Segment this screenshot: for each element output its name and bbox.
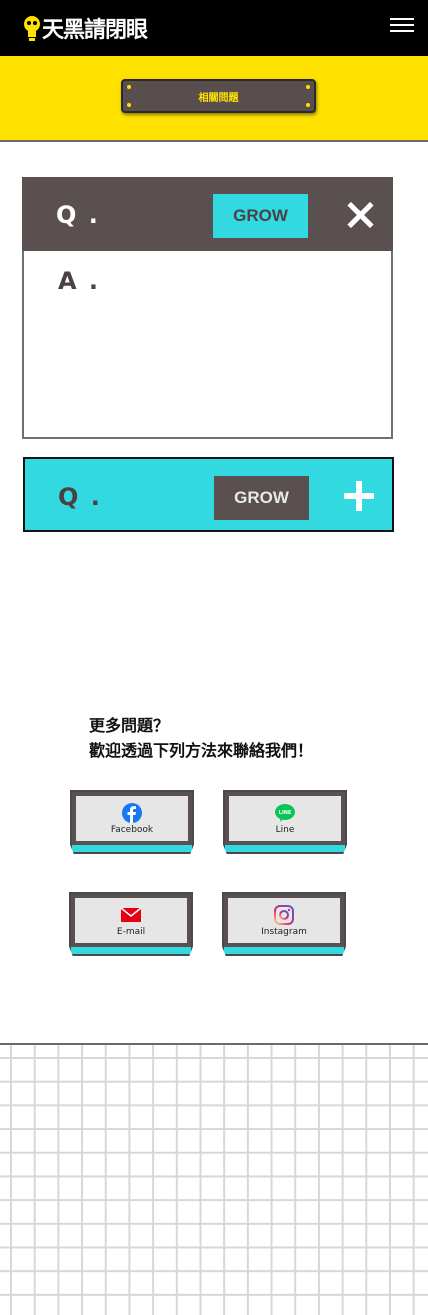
- question-label: Q .: [56, 201, 100, 229]
- contact-prompt: 更多問題？ 歡迎透過下列方法來聯絡我們！: [89, 713, 313, 763]
- button-label: Line: [275, 824, 295, 835]
- button-inner: LINE Line: [229, 796, 341, 841]
- category-tag: GROW: [214, 476, 309, 520]
- button-label: E-mail: [116, 926, 146, 937]
- grid-footer-background: [0, 1043, 428, 1315]
- site-logo[interactable]: 天黑請閉眼: [22, 10, 148, 46]
- button-inner: E-mail: [75, 898, 187, 943]
- hamburger-menu-button[interactable]: [390, 18, 414, 36]
- instagram-icon: [274, 904, 294, 925]
- instagram-button[interactable]: Instagram: [222, 892, 346, 956]
- plus-icon[interactable]: [344, 481, 374, 511]
- svg-text:LINE: LINE: [279, 810, 292, 816]
- plaque-rivet: [127, 103, 131, 107]
- plaque-rivet: [306, 103, 310, 107]
- top-nav-bar: 天黑請閉眼: [0, 0, 428, 56]
- section-title-plaque: 相關問題: [121, 79, 316, 113]
- contact-prompt-line1: 更多問題？: [89, 716, 170, 735]
- close-icon[interactable]: [347, 202, 373, 228]
- line-icon: LINE: [275, 803, 295, 822]
- facebook-icon: [122, 802, 142, 823]
- faq-question-header[interactable]: Q . GROW: [22, 177, 393, 251]
- button-label: Instagram: [261, 926, 307, 937]
- faq-item-expanded: Q . GROW A .: [22, 177, 393, 439]
- answer-label: A .: [58, 267, 101, 295]
- lightbulb-logo-icon: [22, 13, 42, 43]
- email-button[interactable]: E-mail: [69, 892, 193, 956]
- line-button[interactable]: LINE Line: [223, 790, 347, 854]
- question-label: Q .: [58, 483, 102, 511]
- button-inner: Instagram: [228, 898, 340, 943]
- category-tag: GROW: [213, 194, 308, 238]
- button-label: Facebook: [110, 824, 154, 835]
- section-title: 相關問題: [198, 92, 239, 104]
- hamburger-line: [390, 24, 414, 26]
- faq-answer-panel: A .: [22, 251, 393, 439]
- button-inner: Facebook: [76, 796, 188, 841]
- plaque-rivet: [306, 85, 310, 89]
- hamburger-icon: [390, 18, 414, 20]
- hamburger-line: [390, 30, 414, 32]
- mail-icon: [121, 906, 141, 922]
- facebook-button[interactable]: Facebook: [70, 790, 194, 854]
- contact-prompt-line2: 歡迎透過下列方法來聯絡我們！: [89, 741, 314, 760]
- faq-item-collapsed[interactable]: Q . GROW: [23, 457, 394, 532]
- site-logo-text: 天黑請閉眼: [42, 18, 148, 43]
- plaque-rivet: [127, 85, 131, 89]
